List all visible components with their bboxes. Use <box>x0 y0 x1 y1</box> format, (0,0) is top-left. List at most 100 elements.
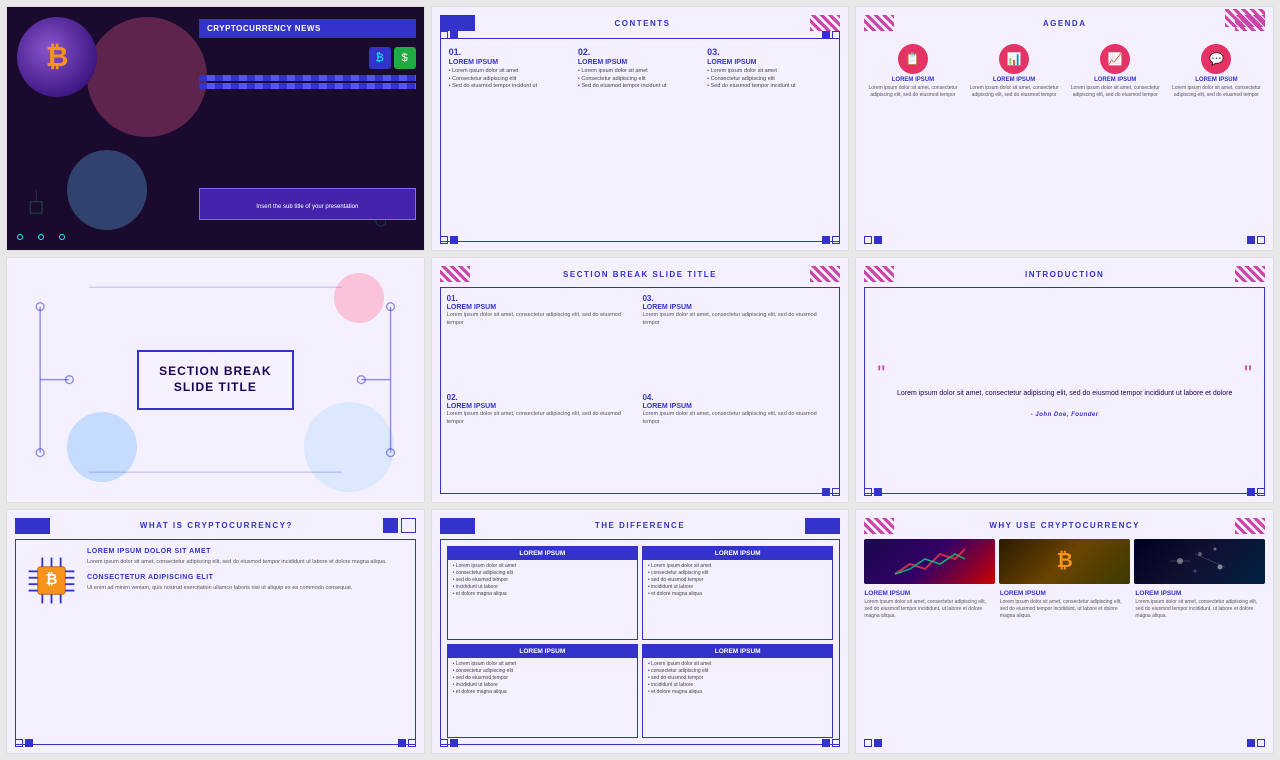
agenda-item-4: 💬 LOREM IPSUM Lorem ipsum dolor sit amet… <box>1168 44 1265 98</box>
slide-6-introduction: INTRODUCTION " " Lorem ipsum dolor sit a… <box>855 257 1274 502</box>
diff-header-3: LOREM IPSUM <box>448 645 637 658</box>
corner-br-7 <box>398 739 416 747</box>
agenda-item-3: 📈 LOREM IPSUM Lorem ipsum dolor sit amet… <box>1067 44 1164 98</box>
quote-box: " " Lorem ipsum dolor sit amet, consecte… <box>864 287 1265 493</box>
agenda-label-3: LOREM IPSUM <box>1094 77 1136 83</box>
contents-box: 01. LOREM IPSUM Lorem ipsum dolor sit am… <box>440 38 841 242</box>
why-label-3: LOREM IPSUM <box>1135 590 1265 597</box>
diff-body-2: Lorem ipsum dolor sit amet consectetur a… <box>643 560 832 601</box>
why-img-1 <box>864 539 995 584</box>
corner-br-9 <box>1247 739 1265 747</box>
stripe-bars <box>199 75 416 89</box>
agenda-item-2: 📊 LOREM IPSUM Lorem ipsum dolor sit amet… <box>966 44 1063 98</box>
slide-1-title-bar: CRYPTOCURRENCY NEWS <box>199 19 416 38</box>
corner-bl-6 <box>864 488 882 496</box>
what-is-title: WHAT IS CRYPTOCURRENCY? <box>140 521 293 530</box>
why-img-2: ₿ <box>999 539 1130 584</box>
what-header-left <box>15 518 50 534</box>
intro-header-right <box>1235 266 1265 282</box>
agenda-icon-3: 📈 <box>1100 44 1130 74</box>
bitcoin-symbol: ₿ <box>46 41 69 73</box>
diff-header-4: LOREM IPSUM <box>643 645 832 658</box>
why-header-right <box>1235 518 1265 534</box>
slide-5-section-detail: SECTION BREAK SLIDE TITLE 01. LOREM IPSU… <box>431 257 850 502</box>
header-bar-left-pink <box>864 15 894 31</box>
diff-cell-4: LOREM IPSUM Lorem ipsum dolor sit amet c… <box>642 644 833 738</box>
slide-1-title: CRYPTOCURRENCY NEWS ₿ ₿ $ Insert the sub… <box>6 6 425 251</box>
section-break-title: SECTION BREAKSLIDE TITLE <box>159 364 271 395</box>
svg-text:₿: ₿ <box>46 572 58 588</box>
slide-7-what-is: WHAT IS CRYPTOCURRENCY? ₿ <box>6 509 425 754</box>
quote-author: - John Doe, Founder <box>1031 412 1099 418</box>
intro-header-left <box>864 266 894 282</box>
what-is-content: ₿ LOREM IPSUM D <box>15 539 416 745</box>
why-text-3: Lorem ipsum dolor sit amet, consectetur … <box>1135 599 1265 620</box>
diff-cell-3: LOREM IPSUM Lorem ipsum dolor sit amet c… <box>447 644 638 738</box>
contents-col-2: 02. LOREM IPSUM Lorem ipsum dolor sit am… <box>578 47 702 233</box>
agenda-label-2: LOREM IPSUM <box>993 77 1035 83</box>
slide-3-agenda: AGENDA 📋 LOREM IPSUM Lorem ipsum dolor s… <box>855 6 1274 251</box>
diff-cell-1: LOREM IPSUM Lorem ipsum dolor sit amet c… <box>447 546 638 640</box>
agenda-icons-row: 📋 LOREM IPSUM Lorem ipsum dolor sit amet… <box>864 44 1265 98</box>
col2-heading: LOREM IPSUM <box>578 59 702 66</box>
why-item-2: LOREM IPSUM Lorem ipsum dolor sit amet, … <box>1000 590 1130 620</box>
what-header-right <box>383 518 416 533</box>
diff-body-1: Lorem ipsum dolor sit amet consectetur a… <box>448 560 637 601</box>
agenda-title: AGENDA <box>1043 19 1087 28</box>
sec-item-3: 03. LOREM IPSUM Lorem ipsum dolor sit am… <box>642 294 833 388</box>
corner-bl <box>440 236 458 244</box>
coin-graphic-area: ₿ <box>12 12 102 102</box>
diff-body-4: Lorem ipsum dolor sit amet consectetur a… <box>643 658 832 699</box>
slide-9-why: WHY USE CRYPTOCURRENCY ₿ LO <box>855 509 1274 754</box>
bottom-circuit <box>17 234 65 240</box>
agenda-desc-1: Lorem ipsum dolor sit amet, consectetur … <box>864 85 961 98</box>
slide-4-section-break: SECTION BREAKSLIDE TITLE <box>6 257 425 502</box>
sec-item-4: 04. LOREM IPSUM Lorem ipsum dolor sit am… <box>642 393 833 487</box>
quote-marks-row: " " <box>877 363 1252 385</box>
contents-col-1: 01. LOREM IPSUM Lorem ipsum dolor sit am… <box>449 47 573 233</box>
why-text-2: Lorem ipsum dolor sit amet, consectetur … <box>1000 599 1130 620</box>
col2-num: 02. <box>578 47 702 57</box>
col3-num: 03. <box>707 47 831 57</box>
corner-bl-9 <box>864 739 882 747</box>
diff-cell-2: LOREM IPSUM Lorem ipsum dolor sit amet c… <box>642 546 833 640</box>
diff-header-right <box>805 518 840 534</box>
diff-title: THE DIFFERENCE <box>595 521 685 530</box>
corner-br-6 <box>1247 488 1265 496</box>
agenda-icon-2: 📊 <box>999 44 1029 74</box>
sec-header-title: SECTION BREAK SLIDE TITLE <box>563 270 717 279</box>
why-label-1: LOREM IPSUM <box>864 590 994 597</box>
why-items-row: LOREM IPSUM Lorem ipsum dolor sit amet, … <box>864 590 1265 620</box>
what-section-1-body: Lorem ipsum dolor sit amet, consectetur … <box>87 558 407 566</box>
corner-tr <box>822 31 840 39</box>
agenda-item-1: 📋 LOREM IPSUM Lorem ipsum dolor sit amet… <box>864 44 961 98</box>
diff-body-3: Lorem ipsum dolor sit amet consectetur a… <box>448 658 637 699</box>
why-images-row: ₿ <box>864 539 1265 584</box>
agenda-desc-2: Lorem ipsum dolor sit amet, consectetur … <box>966 85 1063 98</box>
sec-item-1: 01. LOREM IPSUM Lorem ipsum dolor sit am… <box>447 294 638 388</box>
why-item-1: LOREM IPSUM Lorem ipsum dolor sit amet, … <box>864 590 994 620</box>
section-break-box: SECTION BREAKSLIDE TITLE <box>137 350 293 409</box>
corner-br-5 <box>822 488 840 496</box>
slide-2-contents: CONTENTS 01. LOREM IPSUM Lorem ipsum dol… <box>431 6 850 251</box>
why-header-row: WHY USE CRYPTOCURRENCY <box>864 518 1265 534</box>
corner-br-8 <box>822 739 840 747</box>
what-section-2-body: Ut enim ad minim veniam, quis nostrud ex… <box>87 584 407 592</box>
why-label-2: LOREM IPSUM <box>1000 590 1130 597</box>
corner-bl-8 <box>440 739 458 747</box>
sec-header-left <box>440 266 470 282</box>
crypto-icons-row: ₿ $ <box>369 47 416 69</box>
what-section-2-heading: CONSECTETUR ADIPISCING ELIT <box>87 574 407 581</box>
intro-header-row: INTRODUCTION <box>864 266 1265 282</box>
diff-header-1: LOREM IPSUM <box>448 547 637 560</box>
why-header-left <box>864 518 894 534</box>
why-img-3 <box>1134 539 1265 584</box>
why-item-3: LOREM IPSUM Lorem ipsum dolor sit amet, … <box>1135 590 1265 620</box>
agenda-desc-4: Lorem ipsum dolor sit amet, consectetur … <box>1168 85 1265 98</box>
diff-grid: LOREM IPSUM Lorem ipsum dolor sit amet c… <box>440 539 841 745</box>
corner-tl <box>440 31 458 39</box>
corner-zigzag-tr <box>1225 9 1265 27</box>
what-section-1-heading: LOREM IPSUM DOLOR SIT AMET <box>87 548 407 555</box>
slide-8-difference: THE DIFFERENCE LOREM IPSUM Lorem ipsum d… <box>431 509 850 754</box>
quote-close: " <box>1244 363 1252 385</box>
